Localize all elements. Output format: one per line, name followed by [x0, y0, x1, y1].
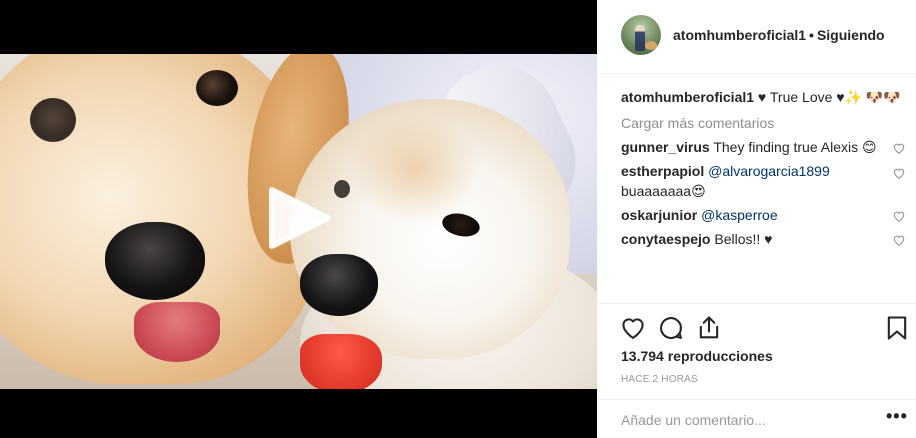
- comment-username[interactable]: gunner_virus: [621, 139, 710, 155]
- small-heart-icon[interactable]: [892, 165, 906, 179]
- caption-username[interactable]: atomhumberoficial1: [621, 89, 754, 105]
- left-puppy-tongue: [134, 302, 220, 362]
- share-icon[interactable]: [695, 314, 723, 342]
- comment-item: conytaespejo Bellos!! ♥: [621, 229, 916, 249]
- header-separator: •: [809, 27, 814, 43]
- small-heart-icon[interactable]: [892, 208, 906, 222]
- comment-text: buaaaaaaa😍: [621, 183, 706, 199]
- caption-text: ♥ True Love ♥✨ 🐶🐶: [757, 89, 901, 105]
- media-container: [0, 0, 597, 438]
- comment-item: gunner_virus They finding true Alexis 😊: [621, 137, 916, 157]
- author-username[interactable]: atomhumberoficial1: [673, 27, 806, 43]
- left-puppy-eye-2: [30, 98, 76, 142]
- comment-text: They finding true Alexis 😊: [713, 139, 877, 155]
- heart-icon[interactable]: [619, 314, 647, 342]
- load-more-comments-button[interactable]: Cargar más comentarios: [621, 113, 916, 133]
- comment-mention[interactable]: @kasperroe: [701, 207, 777, 223]
- comment-username[interactable]: oskarjunior: [621, 207, 697, 223]
- instagram-post-view: atomhumberoficial1 • Siguiendo atomhumbero…: [0, 0, 916, 438]
- bookmark-icon[interactable]: [883, 314, 911, 342]
- comment-item: estherpapiol @alvarogarcia1899 buaaaaaaa…: [621, 161, 916, 201]
- comment-text: Bellos!! ♥: [714, 231, 773, 247]
- post-side-panel: atomhumberoficial1 • Siguiendo atomhumbero…: [597, 0, 916, 438]
- more-options-button[interactable]: •••: [886, 407, 907, 430]
- post-header: atomhumberoficial1 • Siguiendo: [597, 0, 916, 74]
- header-text: atomhumberoficial1 • Siguiendo: [673, 27, 885, 43]
- comment-item: oskarjunior @kasperroe: [621, 205, 916, 225]
- small-heart-icon[interactable]: [892, 232, 906, 246]
- left-puppy-eye: [196, 70, 238, 106]
- small-heart-icon[interactable]: [892, 140, 906, 154]
- comment-icon[interactable]: [657, 314, 685, 342]
- right-puppy-eye-2: [334, 180, 350, 198]
- right-puppy-nose: [300, 254, 378, 316]
- follow-status-button[interactable]: Siguiendo: [817, 27, 885, 43]
- add-comment-bar: •••: [597, 399, 916, 438]
- comment-username[interactable]: conytaespejo: [621, 231, 710, 247]
- comment-username[interactable]: estherpapiol: [621, 163, 704, 179]
- avatar[interactable]: [621, 15, 661, 55]
- comment-input[interactable]: [621, 410, 871, 430]
- left-puppy-nose: [105, 222, 205, 300]
- post-timestamp[interactable]: HACE 2 HORAS: [621, 374, 698, 385]
- play-icon[interactable]: [268, 186, 332, 250]
- comment-mention[interactable]: @alvarogarcia1899: [708, 163, 830, 179]
- view-count[interactable]: 13.794 reproducciones: [621, 348, 773, 364]
- right-puppy-tongue: [300, 334, 382, 389]
- post-caption: atomhumberoficial1 ♥ True Love ♥✨ 🐶🐶: [621, 87, 916, 107]
- comments-section: atomhumberoficial1 ♥ True Love ♥✨ 🐶🐶 Car…: [621, 87, 916, 249]
